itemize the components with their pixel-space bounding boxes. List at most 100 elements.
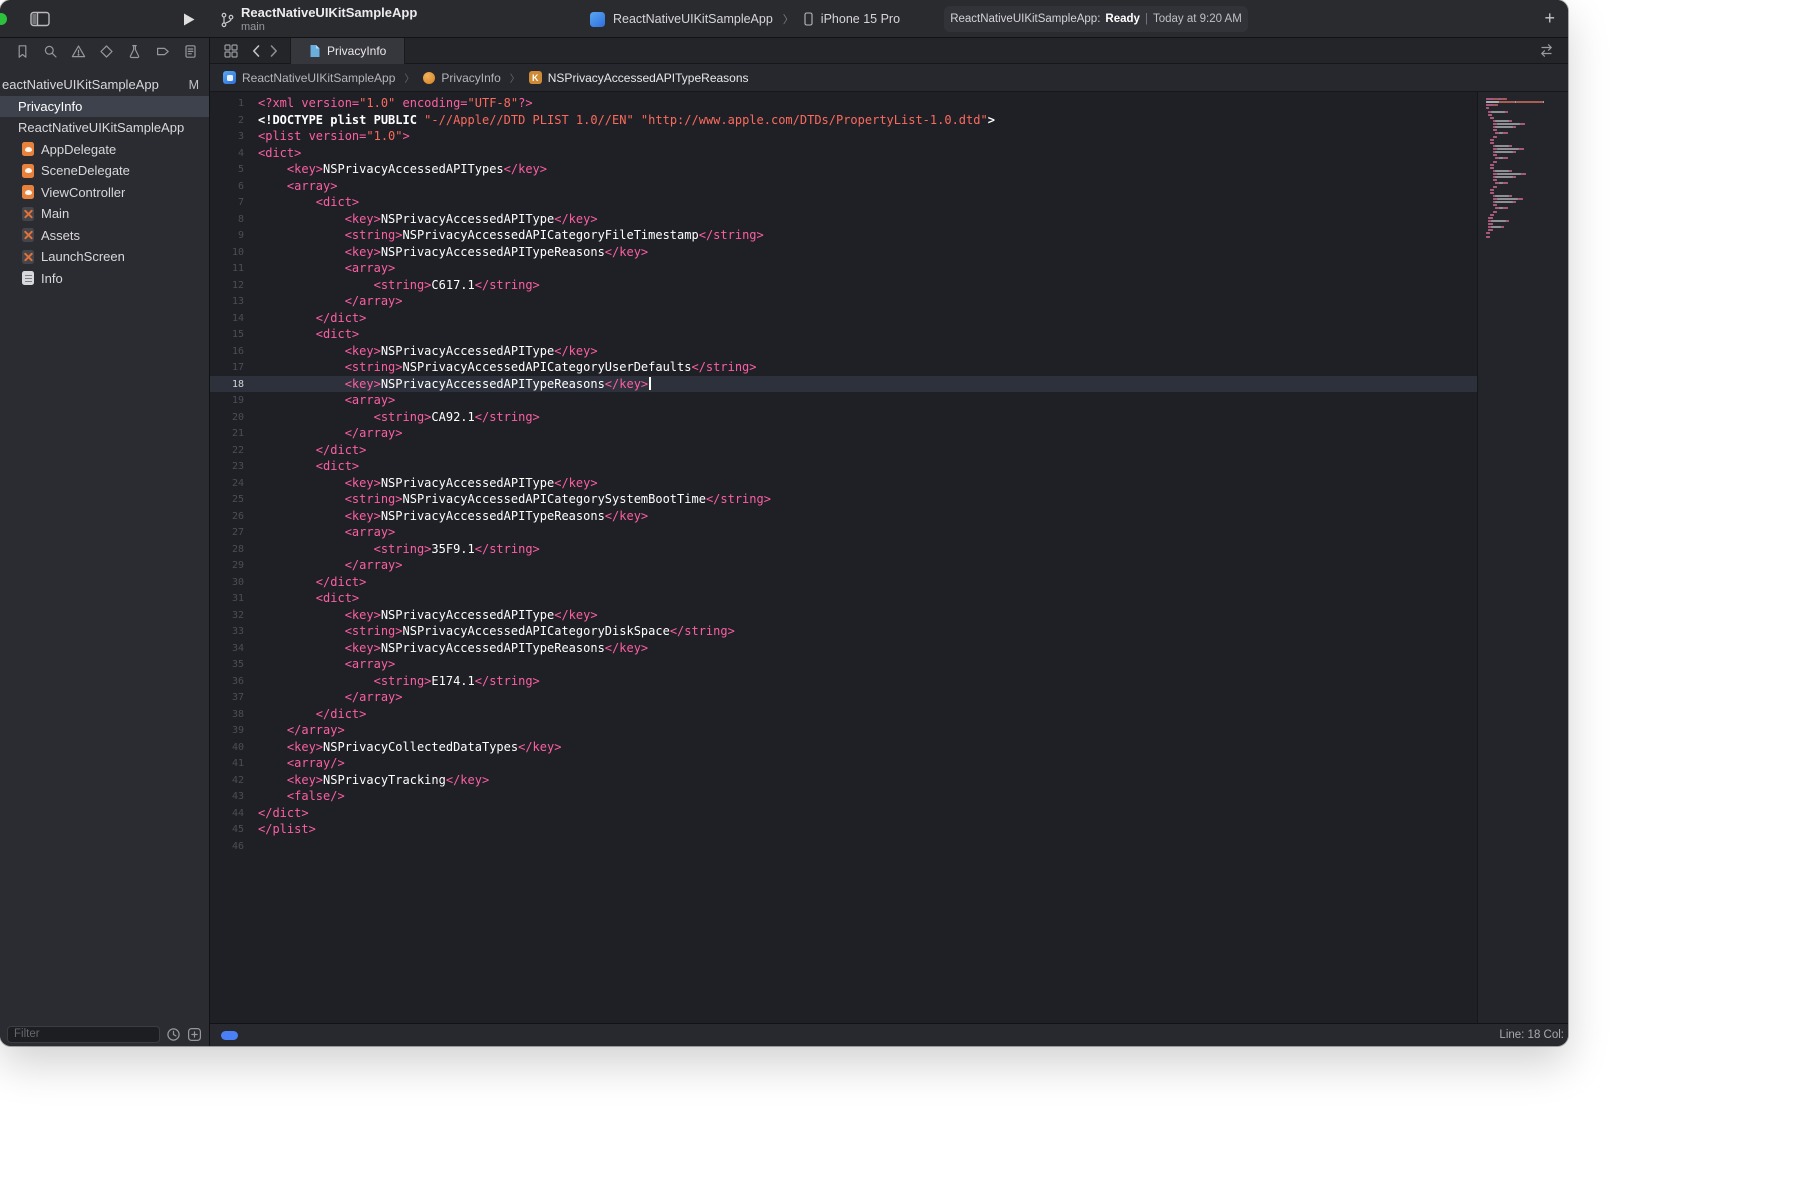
project-app-icon	[223, 71, 236, 84]
go-back-icon[interactable]	[251, 44, 261, 58]
code-line[interactable]: 17 <string>NSPrivacyAccessedAPICategoryU…	[210, 359, 1477, 376]
bottom-bar-indicator[interactable]	[221, 1031, 238, 1040]
issue-navigator-icon[interactable]	[71, 44, 86, 59]
scheme-selector[interactable]: ReactNativeUIKitSampleApp 〉 iPhone 15 Pr…	[590, 0, 900, 38]
breadcrumb-project[interactable]: ReactNativeUIKitSampleApp	[223, 71, 395, 85]
debug-navigator-icon[interactable]	[127, 44, 142, 59]
filter-input[interactable]	[7, 1026, 160, 1043]
code-line[interactable]: 28 <string>35F9.1</string>	[210, 541, 1477, 558]
test-navigator-icon[interactable]	[99, 44, 114, 59]
go-forward-icon[interactable]	[269, 44, 279, 58]
code-line[interactable]: 42 <key>NSPrivacyTracking</key>	[210, 772, 1477, 789]
breadcrumb-label[interactable]: PrivacyInfo	[441, 71, 500, 85]
recent-files-icon[interactable]	[166, 1027, 181, 1042]
code-line[interactable]: 33 <string>NSPrivacyAccessedAPICategoryD…	[210, 623, 1477, 640]
breadcrumb-label[interactable]: NSPrivacyAccessedAPITypeReasons	[548, 71, 749, 85]
code-line[interactable]: 43 <false/>	[210, 788, 1477, 805]
bookmark-navigator-icon[interactable]	[15, 44, 30, 59]
code-line[interactable]: 38 </dict>	[210, 706, 1477, 723]
report-navigator-icon[interactable]	[183, 44, 198, 59]
code-line[interactable]: 41 <array/>	[210, 755, 1477, 772]
run-destination[interactable]: iPhone 15 Pro	[821, 12, 900, 26]
library-add-button[interactable]: +	[1544, 7, 1555, 29]
code-line[interactable]: 36 <string>E174.1</string>	[210, 673, 1477, 690]
code-line[interactable]: 34 <key>NSPrivacyAccessedAPITypeReasons<…	[210, 640, 1477, 657]
code-line[interactable]: 9 <string>NSPrivacyAccessedAPICategoryFi…	[210, 227, 1477, 244]
line-number: 27	[210, 524, 244, 541]
file-row[interactable]: PrivacyInfo	[0, 96, 209, 118]
file-row[interactable]: eactNativeUIKitSampleAppM	[0, 74, 209, 96]
code-line[interactable]: 4<dict>	[210, 145, 1477, 162]
code-line[interactable]: 23 <dict>	[210, 458, 1477, 475]
breadcrumb-file[interactable]: PrivacyInfo	[423, 71, 500, 85]
breadcrumb-label[interactable]: ReactNativeUIKitSampleApp	[242, 71, 395, 85]
code-line[interactable]: 45</plist>	[210, 821, 1477, 838]
code-line[interactable]: 8 <key>NSPrivacyAccessedAPIType</key>	[210, 211, 1477, 228]
add-filter-icon[interactable]	[187, 1027, 202, 1042]
tab-label: PrivacyInfo	[327, 44, 386, 58]
code-line[interactable]: 3<plist version="1.0">	[210, 128, 1477, 145]
code-line[interactable]: 39 </array>	[210, 722, 1477, 739]
code-line[interactable]: 11 <array>	[210, 260, 1477, 277]
window-title: ReactNativeUIKitSampleApp	[241, 5, 417, 20]
file-row[interactable]: Assets	[0, 225, 209, 247]
code-line[interactable]: 2<!DOCTYPE plist PUBLIC "-//Apple//DTD P…	[210, 112, 1477, 129]
file-row[interactable]: Info	[0, 268, 209, 290]
find-navigator-icon[interactable]	[43, 44, 58, 59]
code-line[interactable]: 24 <key>NSPrivacyAccessedAPIType</key>	[210, 475, 1477, 492]
file-label: eactNativeUIKitSampleApp	[2, 77, 159, 92]
code-line[interactable]: 25 <string>NSPrivacyAccessedAPICategoryS…	[210, 491, 1477, 508]
code-line[interactable]: 21 </array>	[210, 425, 1477, 442]
code-line[interactable]: 22 </dict>	[210, 442, 1477, 459]
toggle-navigator-icon[interactable]	[30, 11, 50, 27]
code-line[interactable]: 30 </dict>	[210, 574, 1477, 591]
code-line[interactable]: 5 <key>NSPrivacyAccessedAPITypes</key>	[210, 161, 1477, 178]
line-number: 6	[210, 178, 244, 195]
code-line[interactable]: 37 </array>	[210, 689, 1477, 706]
file-row[interactable]: SceneDelegate	[0, 160, 209, 182]
breadcrumb-symbol[interactable]: K NSPrivacyAccessedAPITypeReasons	[529, 71, 749, 85]
line-number: 8	[210, 211, 244, 228]
code-line[interactable]: 12 <string>C617.1</string>	[210, 277, 1477, 294]
editor-grid-icon[interactable]	[224, 44, 238, 58]
run-button[interactable]	[182, 12, 196, 27]
code-line[interactable]: 16 <key>NSPrivacyAccessedAPIType</key>	[210, 343, 1477, 360]
file-row[interactable]: Main	[0, 203, 209, 225]
code-line[interactable]: 35 <array>	[210, 656, 1477, 673]
breakpoint-navigator-icon[interactable]	[155, 44, 170, 59]
code-line[interactable]: 15 <dict>	[210, 326, 1477, 343]
code-line[interactable]: 1<?xml version="1.0" encoding="UTF-8"?>	[210, 95, 1477, 112]
code-line[interactable]: 10 <key>NSPrivacyAccessedAPITypeReasons<…	[210, 244, 1477, 261]
code-line[interactable]: 26 <key>NSPrivacyAccessedAPITypeReasons<…	[210, 508, 1477, 525]
code-line[interactable]: 27 <array>	[210, 524, 1477, 541]
file-row[interactable]: ViewController	[0, 182, 209, 204]
code-line[interactable]: 19 <array>	[210, 392, 1477, 409]
window-control-green[interactable]	[0, 13, 7, 25]
code-line[interactable]: 31 <dict>	[210, 590, 1477, 607]
code-line[interactable]: 20 <string>CA92.1</string>	[210, 409, 1477, 426]
code-line[interactable]: 46	[210, 838, 1477, 855]
minimap[interactable]	[1477, 92, 1568, 1023]
code-line[interactable]: 14 </dict>	[210, 310, 1477, 327]
tab-privacyinfo[interactable]: PrivacyInfo	[290, 38, 405, 64]
file-row[interactable]: LaunchScreen	[0, 246, 209, 268]
code-lines[interactable]: 1<?xml version="1.0" encoding="UTF-8"?>2…	[210, 92, 1477, 1023]
line-number: 36	[210, 673, 244, 690]
swift-file-icon	[22, 164, 34, 178]
file-row[interactable]: AppDelegate	[0, 139, 209, 161]
code-line[interactable]: 13 </array>	[210, 293, 1477, 310]
git-branch-icon	[221, 12, 234, 28]
swap-editor-icon[interactable]	[1539, 43, 1554, 58]
device-icon	[804, 12, 813, 26]
code-line[interactable]: 6 <array>	[210, 178, 1477, 195]
code-line[interactable]: 40 <key>NSPrivacyCollectedDataTypes</key…	[210, 739, 1477, 756]
scheme-name[interactable]: ReactNativeUIKitSampleApp	[613, 12, 773, 26]
activity-viewer[interactable]: ReactNativeUIKitSampleApp: Ready | Today…	[944, 6, 1248, 32]
file-row[interactable]: ReactNativeUIKitSampleApp	[0, 117, 209, 139]
code-editor[interactable]: 1<?xml version="1.0" encoding="UTF-8"?>2…	[210, 92, 1568, 1023]
code-line[interactable]: 44</dict>	[210, 805, 1477, 822]
code-line[interactable]: 7 <dict>	[210, 194, 1477, 211]
code-line[interactable]: 18 <key>NSPrivacyAccessedAPITypeReasons<…	[210, 376, 1477, 393]
code-line[interactable]: 29 </array>	[210, 557, 1477, 574]
code-line[interactable]: 32 <key>NSPrivacyAccessedAPIType</key>	[210, 607, 1477, 624]
